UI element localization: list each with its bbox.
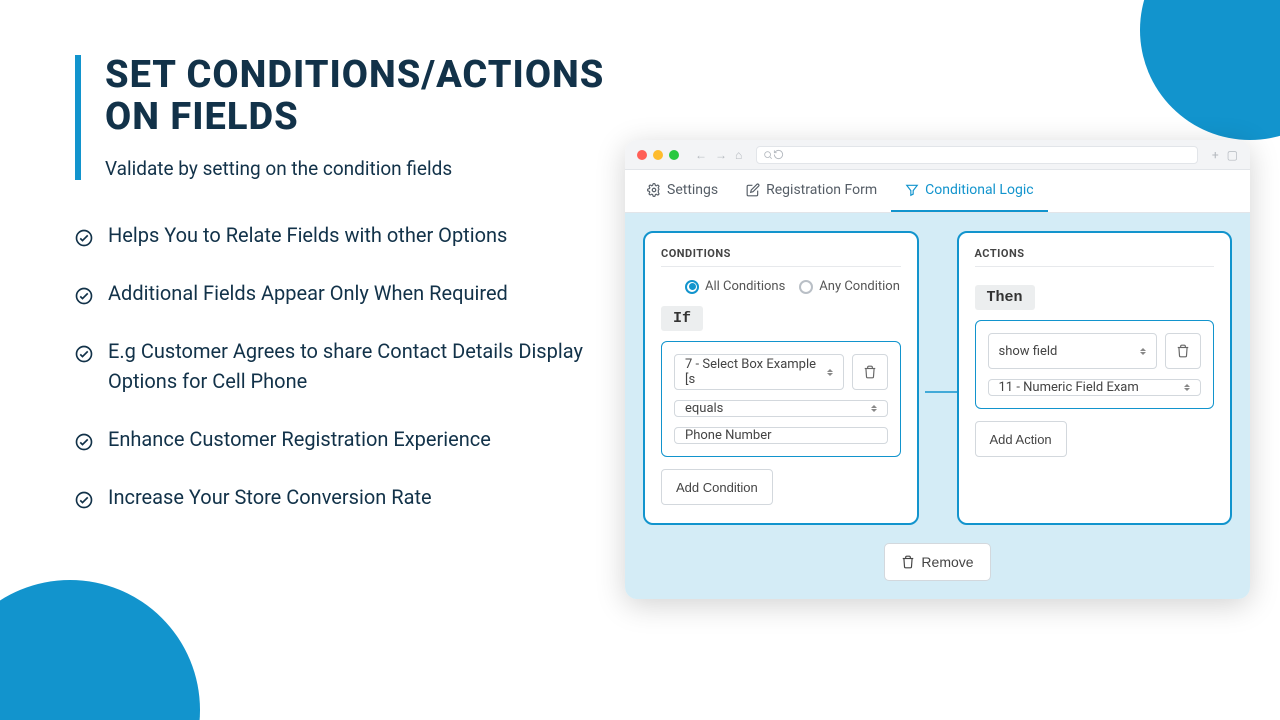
conditions-panel: CONDITIONS All Conditions Any Condition …	[643, 231, 919, 525]
list-item-text: Additional Fields Appear Only When Requi…	[108, 278, 508, 308]
search-icon	[763, 150, 773, 160]
nav-home-icon[interactable]: ⌂	[735, 148, 742, 162]
tab-label: Settings	[667, 182, 718, 198]
radio-label: All Conditions	[705, 279, 785, 294]
chevron-updown-icon	[871, 405, 877, 412]
radio-icon	[799, 280, 813, 294]
list-item: E.g Customer Agrees to share Contact Det…	[75, 336, 605, 396]
chevron-updown-icon	[1140, 348, 1146, 355]
divider	[661, 266, 901, 267]
action-group: show field 11 - Numeric Field Exam	[975, 320, 1215, 409]
list-item-text: Enhance Customer Registration Experience	[108, 424, 491, 454]
page-title: SET CONDITIONS/ACTIONS ON FIELDS	[105, 55, 605, 139]
list-item-text: Helps You to Relate Fields with other Op…	[108, 220, 507, 250]
tabs-icon[interactable]: ▢	[1227, 148, 1238, 162]
list-item-text: Increase Your Store Conversion Rate	[108, 482, 432, 512]
actions-header: ACTIONS	[975, 247, 1215, 260]
add-condition-button[interactable]: Add Condition	[661, 469, 773, 505]
select-value: 11 - Numeric Field Exam	[999, 380, 1139, 395]
if-tag: If	[661, 306, 703, 331]
button-label: Remove	[921, 554, 973, 570]
button-label: Add Condition	[676, 480, 758, 495]
tab-label: Registration Form	[766, 182, 877, 198]
browser-mock: ← → ⌂ + ▢ Settings Registration Form	[625, 140, 1250, 599]
tab-registration-form[interactable]: Registration Form	[732, 170, 891, 212]
feature-list: Helps You to Relate Fields with other Op…	[75, 220, 605, 512]
action-target-select[interactable]: 11 - Numeric Field Exam	[988, 379, 1202, 396]
button-label: Add Action	[990, 432, 1052, 447]
condition-group: 7 - Select Box Example [s equals	[661, 341, 901, 457]
condition-field-select[interactable]: 7 - Select Box Example [s	[674, 354, 844, 390]
trash-icon	[863, 365, 877, 379]
radio-any-condition[interactable]: Any Condition	[799, 279, 900, 294]
radio-label: Any Condition	[819, 279, 900, 294]
tab-bar: Settings Registration Form Conditional L…	[625, 170, 1250, 213]
window-min-icon[interactable]	[653, 150, 663, 160]
chevron-updown-icon	[827, 369, 833, 376]
list-item: Enhance Customer Registration Experience	[75, 424, 605, 454]
action-type-select[interactable]: show field	[988, 333, 1158, 369]
condition-operator-select[interactable]: equals	[674, 400, 888, 417]
condition-value-input[interactable]: Phone Number	[674, 427, 888, 444]
tab-label: Conditional Logic	[925, 182, 1033, 198]
check-icon	[75, 225, 93, 243]
conditions-header: CONDITIONS	[661, 247, 901, 260]
nav-back-icon[interactable]: ←	[695, 148, 707, 162]
list-item-text: E.g Customer Agrees to share Contact Det…	[108, 336, 605, 396]
actions-panel: ACTIONS Then show field	[957, 231, 1233, 525]
edit-icon	[746, 183, 760, 197]
new-tab-icon[interactable]: +	[1212, 148, 1219, 162]
list-item: Helps You to Relate Fields with other Op…	[75, 220, 605, 250]
trash-icon	[901, 555, 915, 569]
list-item: Increase Your Store Conversion Rate	[75, 482, 605, 512]
check-icon	[75, 487, 93, 505]
trash-icon	[1176, 344, 1190, 358]
input-value: Phone Number	[685, 428, 772, 443]
divider	[975, 266, 1215, 267]
check-icon	[75, 283, 93, 301]
list-item: Additional Fields Appear Only When Requi…	[75, 278, 605, 308]
window-close-icon[interactable]	[637, 150, 647, 160]
then-tag: Then	[975, 285, 1035, 310]
filter-icon	[905, 183, 919, 197]
select-value: equals	[685, 401, 723, 416]
select-value: show field	[999, 344, 1058, 359]
nav-forward-icon[interactable]: →	[715, 148, 727, 162]
gear-icon	[647, 183, 661, 197]
browser-chrome: ← → ⌂ + ▢	[625, 140, 1250, 170]
select-value: 7 - Select Box Example [s	[685, 357, 827, 387]
check-icon	[75, 429, 93, 447]
tab-settings[interactable]: Settings	[633, 170, 732, 212]
radio-all-conditions[interactable]: All Conditions	[685, 279, 785, 294]
delete-action-button[interactable]	[1165, 333, 1201, 369]
url-bar[interactable]	[756, 146, 1198, 164]
radio-icon	[685, 280, 699, 294]
check-icon	[75, 341, 93, 359]
tab-conditional-logic[interactable]: Conditional Logic	[891, 170, 1047, 212]
page-subtitle: Validate by setting on the condition fie…	[105, 157, 605, 180]
refresh-icon[interactable]	[773, 149, 784, 160]
window-max-icon[interactable]	[669, 150, 679, 160]
chevron-updown-icon	[1184, 384, 1190, 391]
add-action-button[interactable]: Add Action	[975, 421, 1067, 457]
remove-button[interactable]: Remove	[884, 543, 990, 581]
delete-condition-button[interactable]	[852, 354, 888, 390]
